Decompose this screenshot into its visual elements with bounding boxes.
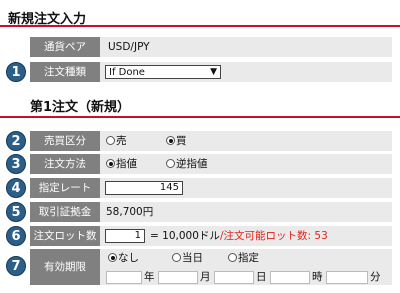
section-divider-2 bbox=[0, 116, 400, 118]
radio-specify-label: 指定 bbox=[238, 252, 259, 264]
order-type-select[interactable]: If Done ▼ bbox=[105, 65, 221, 79]
step-badge-7: 7 bbox=[6, 256, 26, 276]
rate-input[interactable]: 145 bbox=[105, 181, 183, 195]
row-rate: 指定レート 145 bbox=[30, 178, 392, 198]
radio-none-circle bbox=[108, 253, 117, 262]
lots-input[interactable]: 1 bbox=[105, 229, 145, 243]
radio-sell-label: 売 bbox=[116, 135, 127, 147]
row-currency-pair: 通貨ペア USD/JPY bbox=[30, 37, 392, 57]
row-expiry: 有効期限 なし 当日 指定 年 月 日 時 分 bbox=[30, 249, 392, 285]
expiry-year-input[interactable] bbox=[106, 271, 142, 284]
expiry-hour-input[interactable] bbox=[270, 271, 310, 284]
radio-buy-label: 買 bbox=[176, 135, 187, 147]
radio-specify[interactable]: 指定 bbox=[228, 249, 259, 267]
label-expiry: 有効期限 bbox=[30, 249, 100, 285]
expiry-minute-unit: 分 bbox=[370, 271, 381, 283]
radio-buy[interactable]: 買 bbox=[166, 131, 187, 151]
expiry-minute-input[interactable] bbox=[326, 271, 368, 284]
margin-value: 58,700円 bbox=[106, 206, 154, 218]
radio-today[interactable]: 当日 bbox=[172, 249, 203, 267]
expiry-hour-unit: 時 bbox=[312, 271, 323, 283]
step-badge-3: 3 bbox=[6, 154, 26, 174]
order-type-selected: If Done bbox=[109, 67, 145, 78]
radio-sell-circle bbox=[106, 136, 115, 145]
expiry-month-input[interactable] bbox=[158, 271, 198, 284]
radio-limit-label: 指値 bbox=[116, 158, 137, 170]
row-margin: 取引証拠金 58,700円 bbox=[30, 202, 392, 222]
expiry-day-unit: 日 bbox=[256, 271, 267, 283]
step-badge-4: 4 bbox=[6, 178, 26, 198]
label-rate: 指定レート bbox=[30, 178, 100, 198]
row-side: 売買区分 売 買 bbox=[30, 131, 392, 151]
radio-today-circle bbox=[172, 253, 181, 262]
step-badge-5: 5 bbox=[6, 202, 26, 222]
radio-none[interactable]: なし bbox=[108, 249, 139, 267]
radio-specify-circle bbox=[228, 253, 237, 262]
label-method: 注文方法 bbox=[30, 154, 100, 174]
expiry-year-unit: 年 bbox=[144, 271, 155, 283]
row-lots: 注文ロット数 1 = 10,000ドル /注文可能ロット数: 53 bbox=[30, 226, 392, 246]
lots-unit-text: = 10,000ドル bbox=[150, 230, 220, 242]
radio-stop-circle bbox=[166, 159, 175, 168]
radio-stop[interactable]: 逆指値 bbox=[166, 154, 208, 174]
lots-available-note: /注文可能ロット数: 53 bbox=[220, 230, 328, 242]
section-divider bbox=[0, 25, 400, 27]
label-currency-pair: 通貨ペア bbox=[30, 37, 100, 57]
chevron-down-icon: ▼ bbox=[210, 67, 217, 77]
step-badge-2: 2 bbox=[6, 131, 26, 151]
step-badge-6: 6 bbox=[6, 226, 26, 246]
radio-none-label: なし bbox=[118, 252, 139, 264]
radio-limit[interactable]: 指値 bbox=[106, 154, 137, 174]
row-order-type: 注文種類 If Done ▼ bbox=[30, 62, 392, 82]
radio-sell[interactable]: 売 bbox=[106, 131, 127, 151]
label-lots: 注文ロット数 bbox=[30, 226, 100, 246]
section-title-first-order: 第1注文（新規） bbox=[30, 100, 131, 115]
label-margin: 取引証拠金 bbox=[30, 202, 100, 222]
expiry-day-input[interactable] bbox=[214, 271, 254, 284]
label-side: 売買区分 bbox=[30, 131, 100, 151]
expiry-month-unit: 月 bbox=[200, 271, 211, 283]
radio-buy-circle bbox=[166, 136, 175, 145]
radio-limit-circle bbox=[106, 159, 115, 168]
radio-today-label: 当日 bbox=[182, 252, 203, 264]
label-order-type: 注文種類 bbox=[30, 62, 100, 82]
row-method: 注文方法 指値 逆指値 bbox=[30, 154, 392, 174]
step-badge-1: 1 bbox=[6, 62, 26, 82]
radio-stop-label: 逆指値 bbox=[176, 158, 208, 170]
currency-pair-value: USD/JPY bbox=[108, 41, 150, 53]
